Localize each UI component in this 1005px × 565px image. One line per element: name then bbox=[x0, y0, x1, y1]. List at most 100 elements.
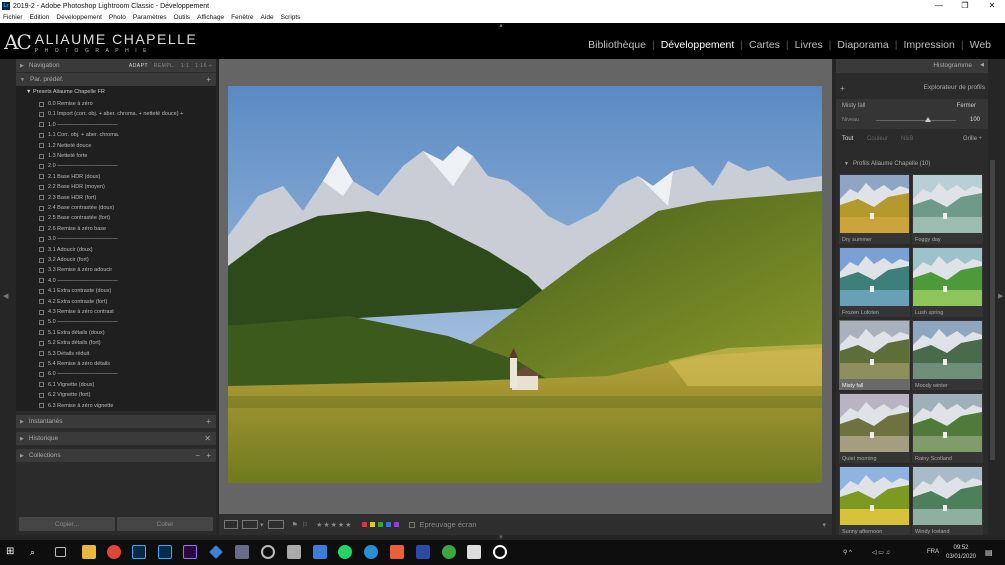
app-icon[interactable] bbox=[390, 545, 404, 559]
profile-thumbnail[interactable]: Rainy Scotland bbox=[912, 393, 983, 463]
profile-thumbnail[interactable]: Windy Iceland bbox=[912, 466, 983, 535]
filter-bw[interactable]: N&B bbox=[901, 136, 913, 142]
right-panel-toggle-icon[interactable]: ▶ bbox=[998, 292, 1003, 300]
whatsapp-icon[interactable] bbox=[338, 545, 352, 559]
menu-outils[interactable]: Outils bbox=[174, 14, 191, 21]
color-label-blue[interactable] bbox=[386, 522, 392, 527]
preset-item[interactable]: 2.6 Remise à zéro base bbox=[39, 224, 106, 234]
remove-collection-icon[interactable]: − bbox=[195, 451, 200, 460]
zoom-1-1[interactable]: 1:1 bbox=[181, 63, 189, 69]
preset-item[interactable]: 2.0 ——————————— bbox=[39, 161, 118, 171]
profile-thumbnail[interactable]: Dry summer bbox=[839, 174, 910, 244]
preset-item[interactable]: 4.2 Extra contraste (fort) bbox=[39, 297, 107, 307]
preset-item[interactable]: 4.3 Remise à zéro contrast bbox=[39, 307, 114, 317]
preset-folder[interactable]: ▼ Presets Aliaume Chapelle FR bbox=[26, 89, 105, 95]
menu-fichier[interactable]: Fichier bbox=[3, 14, 23, 21]
preset-item[interactable]: 1.0 ——————————— bbox=[39, 120, 118, 130]
preset-item[interactable]: 5.4 Remise à zéro détails bbox=[39, 359, 110, 369]
amount-slider-thumb[interactable] bbox=[925, 117, 931, 122]
minimize-button[interactable]: — bbox=[926, 0, 952, 12]
preset-item[interactable]: 5.0 ——————————— bbox=[39, 317, 118, 327]
profile-thumbnail[interactable]: Moody winter bbox=[912, 320, 983, 390]
app-icon[interactable] bbox=[467, 545, 481, 559]
add-profile-icon[interactable]: + bbox=[840, 84, 845, 93]
preset-item[interactable]: 1.3 Netteté forte bbox=[39, 151, 87, 161]
histogram-header[interactable]: Histogramme ◀ bbox=[836, 59, 988, 73]
search-icon[interactable]: ⌕ bbox=[30, 545, 44, 559]
clear-history-icon[interactable]: ✕ bbox=[204, 434, 211, 443]
amount-slider-track[interactable] bbox=[876, 120, 956, 121]
add-snapshot-icon[interactable]: + bbox=[206, 417, 211, 426]
module-developpement[interactable]: Développement bbox=[655, 39, 741, 51]
collections-header[interactable]: ▶ Collections − + bbox=[16, 449, 216, 462]
presets-header[interactable]: ▼ Par. prédéf. + bbox=[16, 73, 216, 86]
landscape-photo[interactable] bbox=[228, 86, 822, 483]
preset-item[interactable]: 0.1 Import (corr. obj. + aber. chroma. +… bbox=[39, 109, 183, 119]
left-panel-toggle-icon[interactable]: ◀ bbox=[3, 292, 8, 300]
clock-date[interactable]: 03/01/2020 bbox=[943, 554, 979, 560]
photoshop-taskbar-icon[interactable] bbox=[158, 545, 172, 559]
task-view-icon[interactable] bbox=[55, 547, 66, 557]
menu-fenetre[interactable]: Fenêtre bbox=[231, 14, 253, 21]
filter-color[interactable]: Couleur bbox=[867, 136, 888, 142]
preset-item[interactable]: 2.1 Base HDR (doux) bbox=[39, 172, 100, 182]
chrome-icon[interactable] bbox=[107, 545, 121, 559]
preset-item[interactable]: 6.2 Vignette (fort) bbox=[39, 390, 90, 400]
preset-item[interactable]: 3.1 Adoucir (doux) bbox=[39, 245, 93, 255]
app-circle-icon[interactable] bbox=[261, 545, 275, 559]
module-bibliotheque[interactable]: Bibliothèque bbox=[582, 39, 652, 51]
volume-tray-icon[interactable]: ◁ ▭ ♫ bbox=[872, 549, 890, 556]
preset-item[interactable]: 1.1 Corr. obj. + aber. chroma. bbox=[39, 130, 119, 140]
soft-proof-checkbox[interactable] bbox=[409, 521, 416, 528]
add-preset-icon[interactable]: + bbox=[206, 75, 211, 84]
profile-group-header[interactable]: ▼ Profils Aliaume Chapelle (10) bbox=[836, 159, 988, 171]
preset-item[interactable]: 3.2 Adoucir (fort) bbox=[39, 255, 89, 265]
preset-item[interactable]: 5.2 Extra détails (fort) bbox=[39, 338, 101, 348]
menu-photo[interactable]: Photo bbox=[109, 14, 126, 21]
app-icon[interactable] bbox=[416, 545, 430, 559]
clock-time[interactable]: 09:52 bbox=[950, 545, 972, 551]
messenger-icon[interactable] bbox=[364, 545, 378, 559]
dropbox-icon[interactable] bbox=[209, 545, 223, 559]
flag-icon[interactable]: ⚑ bbox=[292, 521, 298, 529]
color-label-yellow[interactable] bbox=[370, 522, 376, 527]
preset-item[interactable]: 6.3 Remise à zéro vignette bbox=[39, 401, 113, 411]
menu-edition[interactable]: Edition bbox=[30, 14, 50, 21]
profile-thumbnail[interactable]: Sunny afternoon bbox=[839, 466, 910, 535]
preset-item[interactable]: 0.0 Remise à zéro bbox=[39, 99, 93, 109]
before-after-view-icon[interactable] bbox=[242, 520, 258, 529]
color-label-red[interactable] bbox=[362, 522, 368, 527]
menu-parametres[interactable]: Paramètres bbox=[133, 14, 167, 21]
preset-item[interactable]: 3.0 ——————————— bbox=[39, 234, 118, 244]
preset-item[interactable]: 2.4 Base contrastée (doux) bbox=[39, 203, 114, 213]
preset-item[interactable]: 1.2 Netteté douce bbox=[39, 141, 91, 151]
preset-item[interactable]: 3.3 Remise à zéro adoucir bbox=[39, 265, 112, 275]
module-livres[interactable]: Livres bbox=[789, 39, 829, 51]
close-profile-browser-button[interactable]: Fermer bbox=[957, 103, 976, 109]
app-icon[interactable] bbox=[235, 545, 249, 559]
color-label-purple[interactable] bbox=[394, 522, 400, 527]
windows-start-icon[interactable]: ⊞ bbox=[6, 545, 20, 559]
preset-item[interactable]: 2.5 Base contrastée (fort) bbox=[39, 213, 110, 223]
close-button[interactable]: ✕ bbox=[979, 0, 1005, 12]
menu-developpement[interactable]: Développement bbox=[56, 14, 102, 21]
app-icon[interactable] bbox=[287, 545, 301, 559]
language-indicator[interactable]: FRA bbox=[927, 549, 939, 555]
zoom-custom[interactable]: 1:16 ÷ bbox=[195, 63, 212, 69]
copy-settings-button[interactable]: Copier... bbox=[19, 517, 115, 531]
toolbar-menu-icon[interactable]: ▾ bbox=[822, 521, 826, 529]
before-after-menu-icon[interactable]: ▾ bbox=[260, 521, 264, 529]
app-icon[interactable] bbox=[313, 545, 327, 559]
loupe-view-icon[interactable] bbox=[224, 520, 238, 529]
history-header[interactable]: ▶ Historique ✕ bbox=[16, 432, 216, 445]
top-panel-toggle-icon[interactable]: ▲ bbox=[498, 23, 504, 29]
preset-item[interactable]: 6.0 ——————————— bbox=[39, 369, 118, 379]
navigator-header[interactable]: ▶ Navigation ADAPT REMPL. 1:1 1:16 ÷ bbox=[16, 59, 216, 72]
profile-thumbnail[interactable]: Foggy day bbox=[912, 174, 983, 244]
snapshots-header[interactable]: ▶ Instantanés + bbox=[16, 415, 216, 428]
module-impression[interactable]: Impression bbox=[898, 39, 961, 51]
network-tray-icon[interactable]: ⚲ ^ bbox=[843, 549, 852, 556]
menu-scripts[interactable]: Scripts bbox=[281, 14, 301, 21]
profile-thumbnail[interactable]: Lush spring bbox=[912, 247, 983, 317]
preset-item[interactable]: 4.0 ——————————— bbox=[39, 276, 118, 286]
